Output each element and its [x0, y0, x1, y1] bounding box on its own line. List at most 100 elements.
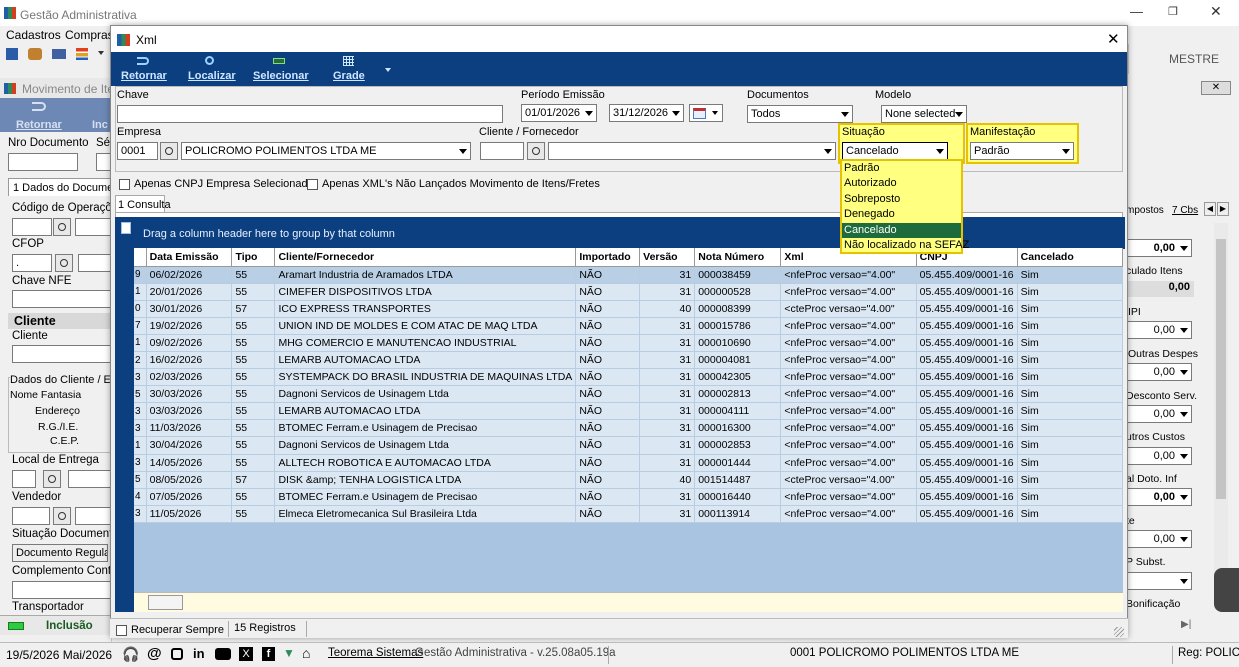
recuperar-sempre-checkbox[interactable]: Recuperar Sempre — [116, 623, 224, 637]
chave-nfe-input[interactable] — [12, 290, 112, 308]
data-fim-input[interactable]: 31/12/2026 — [609, 104, 684, 122]
calendar-button[interactable] — [689, 104, 723, 122]
table-row[interactable]: 3 02/03/2026 55 SYSTEMPACK DO BRASIL INDUST… — [134, 368, 1123, 387]
scroll-end-icon[interactable]: ▶| — [1181, 619, 1191, 630]
rp-value-te[interactable]: 0,00 — [1126, 530, 1192, 548]
rp-value-outras[interactable]: 0,00 — [1126, 363, 1192, 381]
rp-select-subst[interactable] — [1126, 572, 1192, 590]
youtube-icon[interactable] — [215, 648, 231, 660]
menu-compras[interactable]: Compras — [65, 28, 114, 42]
rp-value-ipi[interactable]: 0,00 — [1126, 321, 1192, 339]
cfop-search-button[interactable] — [55, 254, 73, 272]
academy-icon[interactable]: ⌂ — [302, 645, 310, 661]
column-header[interactable]: Tipo — [231, 248, 276, 267]
at-icon[interactable]: @ — [147, 645, 162, 662]
headset-icon[interactable]: 🎧 — [122, 646, 139, 663]
situacao-option[interactable]: Não localizado na SEFAZ — [842, 238, 969, 253]
table-row[interactable]: 4 07/05/2026 55 BTOMEC Ferram.e Usinagem de… — [134, 488, 1123, 506]
vendedor-search-button[interactable] — [53, 507, 71, 525]
cliente-search-button[interactable] — [527, 142, 545, 160]
local-entrega-input[interactable] — [12, 470, 36, 488]
facebook-icon[interactable]: f — [262, 647, 275, 661]
cliente-codigo-input[interactable] — [480, 142, 524, 160]
table-row[interactable]: 9 06/02/2026 55 Aramart Industria de Aramad… — [134, 266, 1123, 284]
bg-retornar-button[interactable]: Retornar — [16, 119, 62, 131]
card-icon[interactable] — [52, 49, 66, 59]
apenas-nao-lancados-checkbox[interactable]: Apenas XML's Não Lançados Movimento de I… — [307, 177, 600, 191]
apenas-cnpj-checkbox[interactable]: Apenas CNPJ Empresa Selecionada — [119, 177, 314, 191]
cliente-input[interactable] — [12, 345, 112, 363]
situacao-option[interactable]: Cancelado — [842, 222, 961, 238]
close-icon[interactable]: ✕ — [1210, 3, 1222, 20]
chevron-down-icon[interactable] — [98, 51, 104, 55]
table-row[interactable]: 5 08/05/2026 57 DISK &amp; TENHA LOGISTICA … — [134, 471, 1123, 489]
tab-scroll-right-icon[interactable]: ▶ — [1217, 202, 1229, 216]
users-icon[interactable] — [28, 48, 42, 60]
toolbar-overflow-icon[interactable] — [385, 68, 391, 72]
list-icon[interactable] — [76, 48, 88, 60]
local-entrega-search-button[interactable] — [43, 470, 61, 488]
vendedor-input[interactable] — [12, 507, 50, 525]
bg-tab-dados[interactable]: 1 Dados do Documen — [8, 178, 119, 196]
situacao-documento-select[interactable]: Documento Regular — [12, 544, 108, 562]
x-icon[interactable]: X — [239, 647, 253, 661]
table-row[interactable]: 5 30/03/2026 55 Dagnoni Servicos de Usinage… — [134, 385, 1123, 404]
grade-button[interactable]: Grade — [329, 55, 369, 83]
codigo-operacao-search-button[interactable] — [53, 218, 71, 236]
location-icon[interactable]: ▼ — [283, 646, 295, 660]
linkedin-icon[interactable]: in — [193, 646, 205, 661]
teorema-link[interactable]: Teorema Sistemas — [328, 647, 423, 659]
grid-settings-icon[interactable] — [121, 222, 131, 234]
column-header[interactable] — [134, 248, 147, 267]
retornar-button[interactable]: Retornar — [119, 55, 169, 83]
chave-input[interactable] — [117, 105, 503, 123]
cfop-input[interactable]: . — [12, 254, 52, 272]
bg-close-button[interactable]: ✕ — [1201, 81, 1231, 95]
empresa-codigo-input[interactable]: 0001 — [117, 142, 158, 160]
empresa-select[interactable]: POLICROMO POLIMENTOS LTDA ME — [181, 142, 471, 160]
resize-grip-icon[interactable] — [1114, 627, 1124, 637]
table-row[interactable]: 3 03/03/2026 55 LEMARB AUTOMACAO LTDA NÃO 31 0… — [134, 402, 1123, 421]
instagram-icon[interactable] — [171, 648, 183, 660]
complemento-input[interactable] — [12, 581, 112, 599]
cliente-select[interactable] — [548, 142, 836, 160]
empresa-search-button[interactable] — [160, 142, 178, 160]
minimize-icon[interactable]: — — [1130, 4, 1143, 19]
table-row[interactable]: 1 09/02/2026 55 MHG COMERCIO E MANUTENCAO I… — [134, 334, 1123, 352]
situacao-option[interactable]: Padrão — [842, 161, 961, 176]
documentos-select[interactable]: Todos — [747, 105, 853, 123]
situacao-select[interactable]: Cancelado — [842, 142, 948, 160]
manifestacao-select[interactable]: Padrão — [970, 142, 1074, 160]
rp-scrollbar[interactable] — [1214, 223, 1228, 603]
rp-value-desconto[interactable]: 0,00 — [1126, 405, 1192, 423]
column-header[interactable]: Data Emissão — [146, 248, 233, 267]
situacao-option[interactable]: Denegado — [842, 207, 961, 222]
table-row[interactable]: 3 11/05/2026 55 Elmeca Eletromecanica Sul B… — [134, 505, 1123, 523]
xml-close-icon[interactable]: ✕ — [1107, 30, 1120, 48]
table-row[interactable]: 1 30/04/2026 55 Dagnoni Servicos de Usinage… — [134, 436, 1123, 455]
tab-impostos[interactable]: mpostos — [1126, 205, 1164, 216]
situacao-option[interactable]: Autorizado — [842, 176, 961, 191]
table-row[interactable]: 3 14/05/2026 55 ALLTECH ROBOTICA E AUTOMACA… — [134, 454, 1123, 472]
undo-icon[interactable] — [32, 102, 46, 111]
tab-cbs[interactable]: 7 Cbs — [1172, 205, 1198, 216]
rp-value-total-doc[interactable]: 0,00 — [1126, 488, 1192, 506]
column-header[interactable]: Nota Número — [694, 248, 782, 267]
bg-incluir-button[interactable]: Inc — [92, 119, 108, 131]
situacao-option[interactable]: Sobreposto — [842, 192, 961, 207]
table-row[interactable]: 7 19/02/2026 55 UNION IND DE MOLDES E COM A… — [134, 317, 1123, 335]
data-inicio-input[interactable]: 01/01/2026 — [521, 104, 597, 122]
column-header[interactable]: Cancelado — [1017, 248, 1123, 267]
table-row[interactable]: 3 11/03/2026 55 BTOMEC Ferram.e Usinagem de… — [134, 419, 1123, 438]
nro-documento-input[interactable] — [8, 153, 78, 171]
column-header[interactable]: Versão — [639, 248, 696, 267]
table-row[interactable]: 2 16/02/2026 55 LEMARB AUTOMACAO LTDA NÃO 31 0… — [134, 351, 1123, 370]
menu-cadastros[interactable]: Cadastros — [6, 28, 61, 42]
column-header[interactable]: Cliente/Fornecedor — [274, 248, 577, 267]
selecionar-button[interactable]: Selecionar — [251, 55, 311, 83]
rp-value-1[interactable]: 0,00 — [1126, 239, 1192, 257]
tab-consulta[interactable]: 1 Consulta — [115, 195, 171, 213]
modelo-select[interactable]: None selected — [881, 105, 967, 123]
table-row[interactable]: 0 30/01/2026 57 ICO EXPRESS TRANSPORTES NÃO 4… — [134, 300, 1123, 318]
table-row[interactable]: 1 20/01/2026 55 CIMEFER DISPOSITIVOS LTDA NÃ… — [134, 283, 1123, 301]
